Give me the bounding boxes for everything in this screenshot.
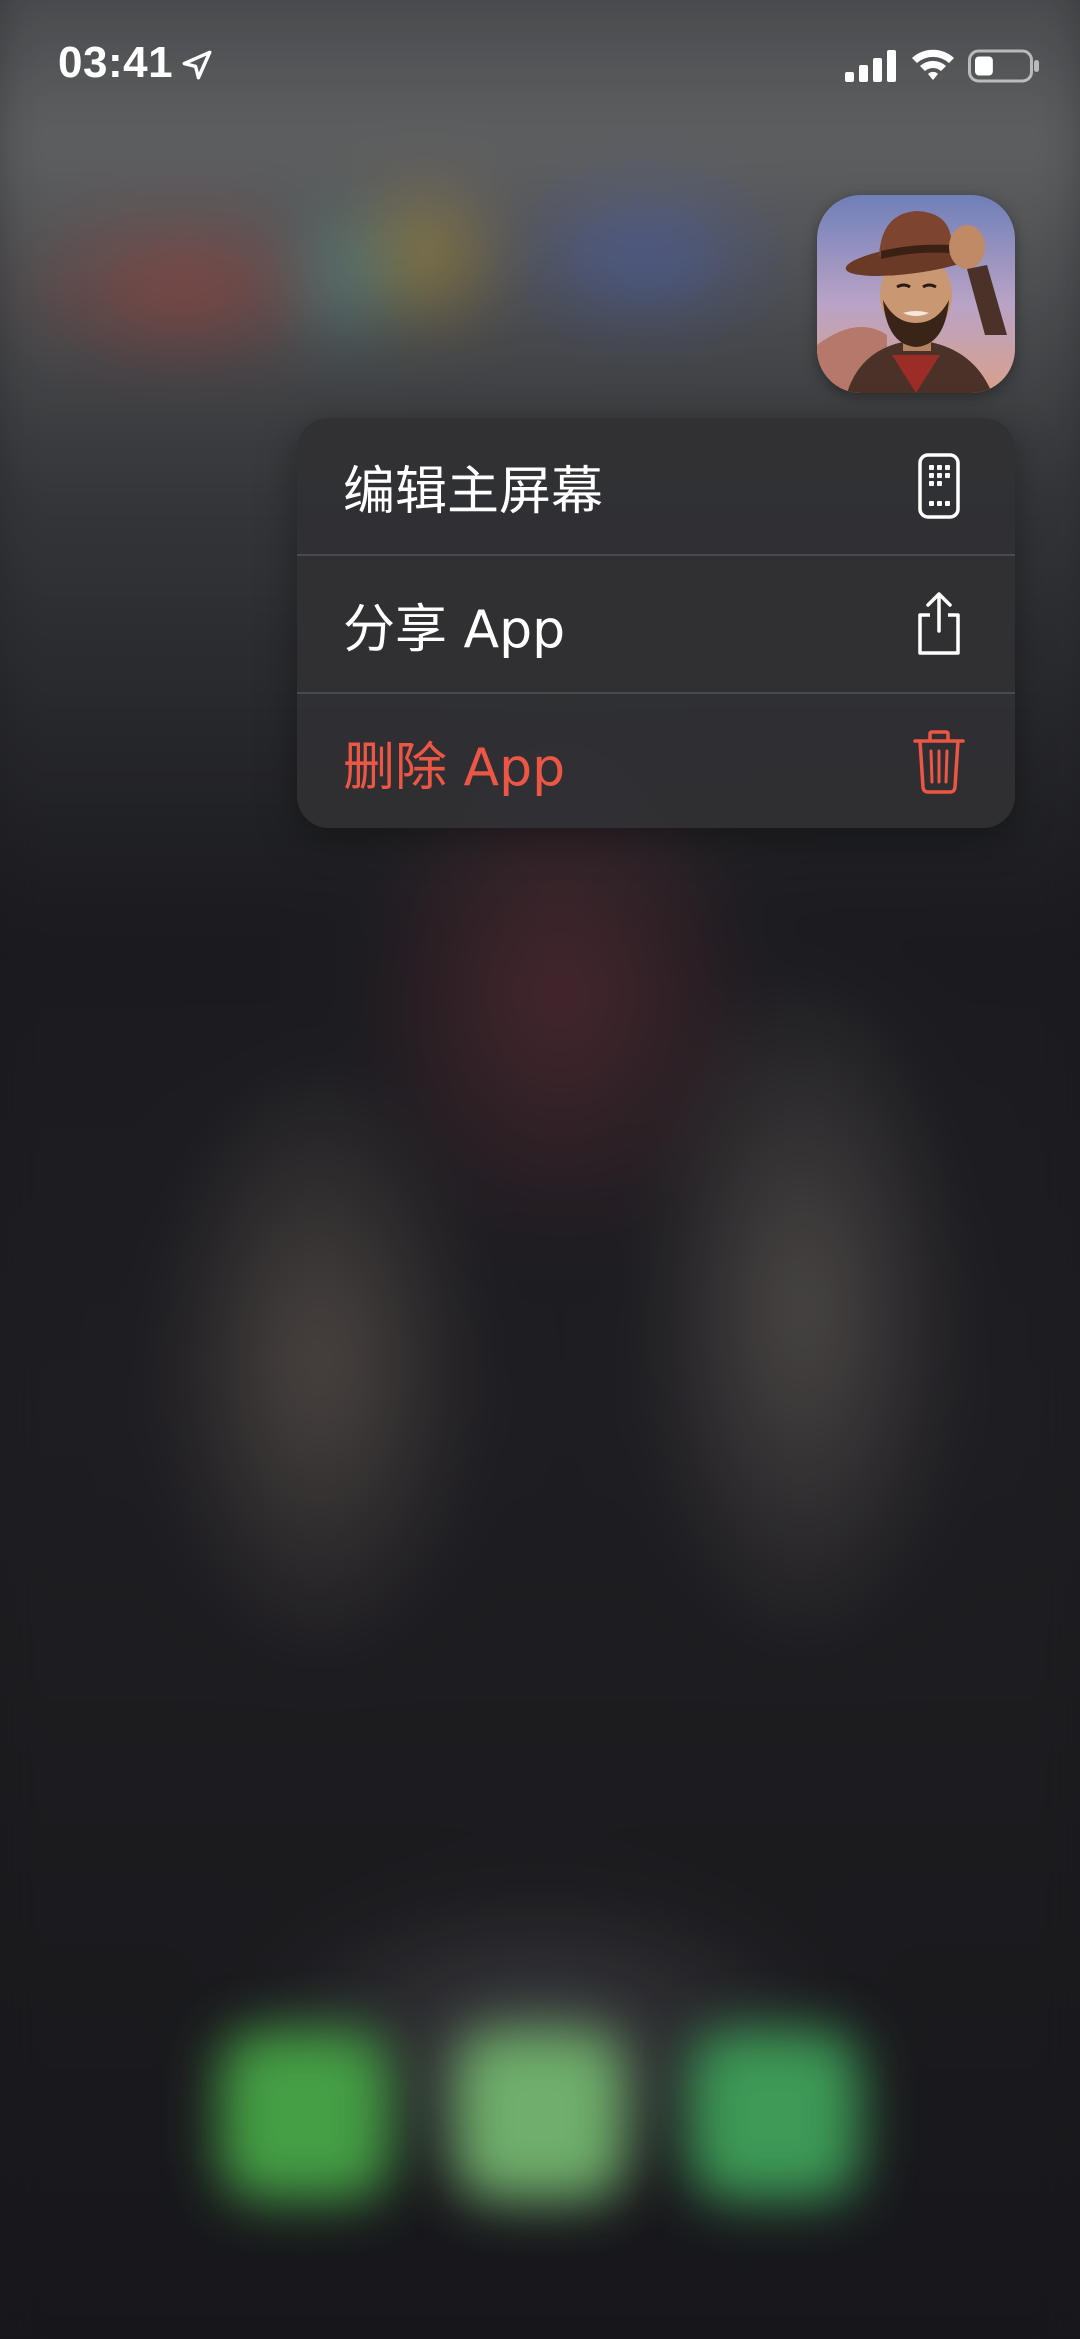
status-time: 03:41: [58, 38, 174, 87]
menu-item-edit-home-screen[interactable]: 编辑主屏幕: [297, 418, 1015, 554]
trash-icon: [909, 727, 969, 797]
share-icon: [909, 589, 969, 659]
menu-item-delete-app[interactable]: 删除 App: [297, 692, 1015, 828]
wifi-icon: [912, 49, 954, 80]
menu-item-share-app[interactable]: 分享 App: [297, 554, 1015, 692]
battery-icon: [968, 49, 1039, 83]
cellular-signal-icon: [845, 50, 896, 82]
menu-item-label: 编辑主屏幕: [343, 461, 604, 522]
menu-item-label: 删除 App: [343, 737, 566, 798]
cowboy-game-app-icon[interactable]: [817, 195, 1015, 393]
status-bar: 03:41: [0, 0, 1080, 130]
cowboy-portrait-artwork: [817, 195, 1015, 393]
edit-home-screen-icon: [909, 451, 969, 521]
home-screen: 03:41 编辑主屏幕 分享 App 删除 App: [0, 0, 1080, 2339]
location-arrow-icon: [182, 50, 212, 80]
app-context-menu: 编辑主屏幕 分享 App 删除 App: [297, 418, 1015, 828]
menu-item-label: 分享 App: [343, 599, 566, 660]
